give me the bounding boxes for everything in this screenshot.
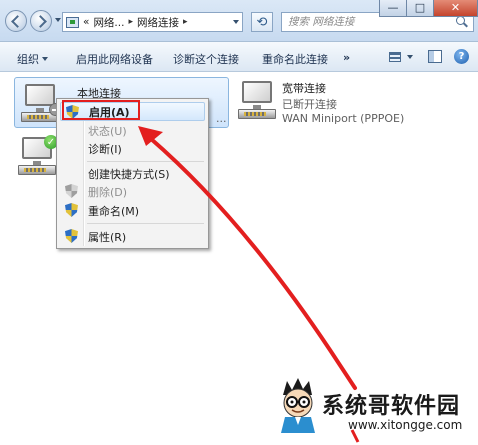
view-options-dropdown-icon[interactable] xyxy=(407,55,413,59)
back-button[interactable] xyxy=(5,10,27,32)
shield-icon xyxy=(65,229,78,243)
close-button[interactable]: ✕ xyxy=(433,0,478,17)
menu-item-label: 诊断(I) xyxy=(88,142,122,156)
connection-device-truncated: ... xyxy=(216,112,227,125)
menu-separator xyxy=(87,161,204,162)
close-icon: ✕ xyxy=(450,1,461,14)
minimize-button[interactable]: — xyxy=(379,0,407,17)
watermark-url: www.xitongge.com xyxy=(348,418,463,432)
breadcrumb-item-network[interactable]: 网络... xyxy=(93,15,124,30)
shield-icon xyxy=(65,203,78,217)
menu-item-label: 状态(U) xyxy=(88,124,127,138)
connection-device: WAN Miniport (PPPOE) xyxy=(282,112,405,125)
breadcrumb-item-network-connections[interactable]: 网络连接 xyxy=(137,15,179,30)
control-panel-icon xyxy=(66,16,79,28)
chevron-down-icon xyxy=(42,57,48,61)
minimize-icon: — xyxy=(387,1,399,14)
shield-icon xyxy=(65,184,78,198)
breadcrumb[interactable]: « 网络... ▸ 网络连接 ▸ xyxy=(62,12,243,32)
enable-device-button[interactable]: 启用此网络设备 xyxy=(76,51,153,67)
menu-item-label: 属性(R) xyxy=(88,230,127,244)
breadcrumb-separator-icon[interactable]: ▸ xyxy=(183,17,188,27)
menu-item-label: 创建快捷方式(S) xyxy=(88,167,170,181)
forward-button[interactable] xyxy=(30,10,52,32)
back-arrow-icon xyxy=(10,14,24,28)
menu-item-status[interactable]: 状态(U) xyxy=(60,121,205,140)
address-bar: « 网络... ▸ 网络连接 ▸ ⟲ — □ ✕ xyxy=(0,0,478,42)
change-view-icon[interactable] xyxy=(389,52,401,62)
breadcrumb-overflow[interactable]: « xyxy=(83,16,89,28)
menu-separator xyxy=(87,223,204,224)
watermark-title: 系统哥软件园 xyxy=(322,394,461,419)
diagnose-connection-button[interactable]: 诊断这个连接 xyxy=(173,51,239,67)
menu-item-create-shortcut[interactable]: 创建快捷方式(S) xyxy=(60,164,205,183)
context-menu: 启用(A) 状态(U) 诊断(I) 创建快捷方式(S) 删除(D) 重命名(M)… xyxy=(56,98,209,249)
command-bar: 组织 启用此网络设备 诊断这个连接 重命名此连接 » ? xyxy=(0,42,478,72)
more-commands-button[interactable]: » xyxy=(343,51,350,64)
organize-menu-button[interactable]: 组织 xyxy=(17,51,48,67)
menu-item-properties[interactable]: 属性(R) xyxy=(60,227,205,246)
network-adapter-icon: ✓ xyxy=(16,135,60,179)
preview-pane-icon[interactable] xyxy=(428,50,442,63)
menu-item-delete[interactable]: 删除(D) xyxy=(60,182,205,201)
network-adapter-icon xyxy=(236,79,280,123)
menu-item-rename[interactable]: 重命名(M) xyxy=(60,201,205,220)
maximize-button[interactable]: □ xyxy=(406,0,434,17)
maximize-icon: □ xyxy=(414,1,426,14)
connection-name: 宽带连接 xyxy=(282,82,326,95)
address-history-dropdown-icon[interactable] xyxy=(233,20,239,24)
annotation-highlight-box xyxy=(62,100,140,120)
breadcrumb-separator-icon[interactable]: ▸ xyxy=(128,17,133,27)
refresh-icon: ⟲ xyxy=(256,14,268,30)
site-logo-icon xyxy=(281,378,315,433)
forward-arrow-icon xyxy=(33,14,47,28)
refresh-button[interactable]: ⟲ xyxy=(251,12,273,32)
search-input[interactable] xyxy=(288,16,448,28)
help-icon[interactable]: ? xyxy=(454,49,469,64)
rename-connection-button[interactable]: 重命名此连接 xyxy=(262,51,328,67)
menu-item-label: 重命名(M) xyxy=(88,204,140,218)
menu-item-diagnose[interactable]: 诊断(I) xyxy=(60,139,205,158)
organize-label: 组织 xyxy=(17,53,39,66)
menu-item-label: 删除(D) xyxy=(88,185,128,199)
search-icon[interactable] xyxy=(455,15,469,29)
recent-pages-dropdown-icon[interactable] xyxy=(55,18,61,22)
connection-status: 已断开连接 xyxy=(282,98,337,111)
